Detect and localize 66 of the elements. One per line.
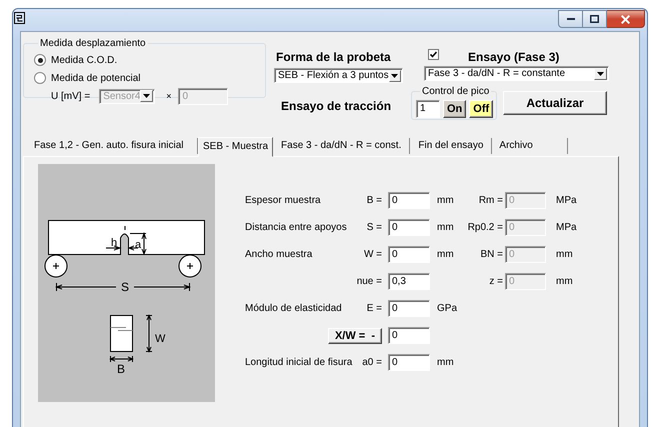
symbol-label: nue = [356,276,383,287]
dimension-label: W [155,333,166,345]
input-field[interactable]: 0,3 [388,273,430,290]
radio-option[interactable]: Medida C.O.D. [34,51,265,69]
field-label: Distancia entre apoyos [245,222,348,233]
tab[interactable]: Fase 3 - da/dN - R = const. [273,138,410,154]
unit-label: mm [436,357,455,368]
input-field[interactable]: 0 [388,354,430,371]
field-label: Espesor muestra [245,195,322,206]
maximize-button[interactable] [583,10,607,28]
group-title: Control de pico [421,86,490,97]
symbol-label: B = [366,195,383,206]
window-icon [14,12,25,24]
checkbox[interactable] [428,49,439,60]
dimension-label: B [117,362,125,376]
unit-label: MPa [555,222,577,233]
input-field[interactable]: 0 [388,192,430,209]
toggle-button[interactable]: Off [469,100,494,118]
field-label: Ancho muestra [245,249,314,260]
multiply-sign: × [166,91,172,101]
input-field[interactable]: 0 [388,219,430,236]
close-button[interactable] [607,10,645,28]
symbol-label: z = [488,276,504,287]
unit-label: mm [436,222,455,233]
symbol-label: a0 = [361,357,383,368]
unit-label: mm [436,249,455,260]
tab[interactable]: SEB - Muestra [198,137,274,157]
tab[interactable]: Archivo [492,138,568,154]
tab[interactable]: Fin del ensayo [410,138,492,154]
input-field[interactable]: 0 [388,327,430,344]
field-label: Longitud inicial de fisura [245,357,353,368]
field-label: Módulo de elasticidad [245,303,343,314]
unit-label: MPa [555,195,577,206]
unit-label: mm [555,276,574,287]
dimension-label: S [121,280,129,294]
shape-dropdown[interactable]: SEB - Flexión a 3 puntos [274,68,403,83]
section-title: Ensayo (Fase 3) [468,50,560,64]
maximize-icon [590,15,599,23]
symbol-label: E = [366,303,383,314]
dimension-label: h [111,237,118,249]
unit-label: GPa [436,303,458,314]
input-field[interactable]: 0 [388,246,430,263]
close-icon [621,14,630,24]
caret-icon [597,72,604,76]
field-label: U [mV] = [51,90,90,102]
unit-label: mm [436,195,455,206]
unit-label: mm [555,249,574,260]
caret-icon [143,94,150,98]
toggle-button[interactable]: On [443,100,466,118]
minimize-button[interactable] [558,10,583,28]
symbol-label: S = [366,222,383,233]
minimize-icon [566,18,574,20]
section-title: Forma de la probeta [276,50,392,64]
caret-icon [391,74,398,78]
update-button[interactable]: Actualizar [503,91,607,115]
input-field[interactable]: 0 [388,300,430,317]
ratio-button[interactable]: X/W = - [328,328,382,344]
symbol-label: Rp0.2 = [467,222,504,233]
group-title: Medida desplazamiento [39,38,147,49]
section-title: Ensayo de tracción [281,99,392,113]
peak-field[interactable]: 1 [416,100,440,118]
symbol-label: W = [362,249,383,260]
radio-option[interactable]: Medida de potencial [34,69,265,87]
symbol-label: Rm = [478,195,504,206]
test-dropdown[interactable]: Fase 3 - da/dN - R = constante [424,66,609,81]
symbol-label: BN = [479,249,504,260]
